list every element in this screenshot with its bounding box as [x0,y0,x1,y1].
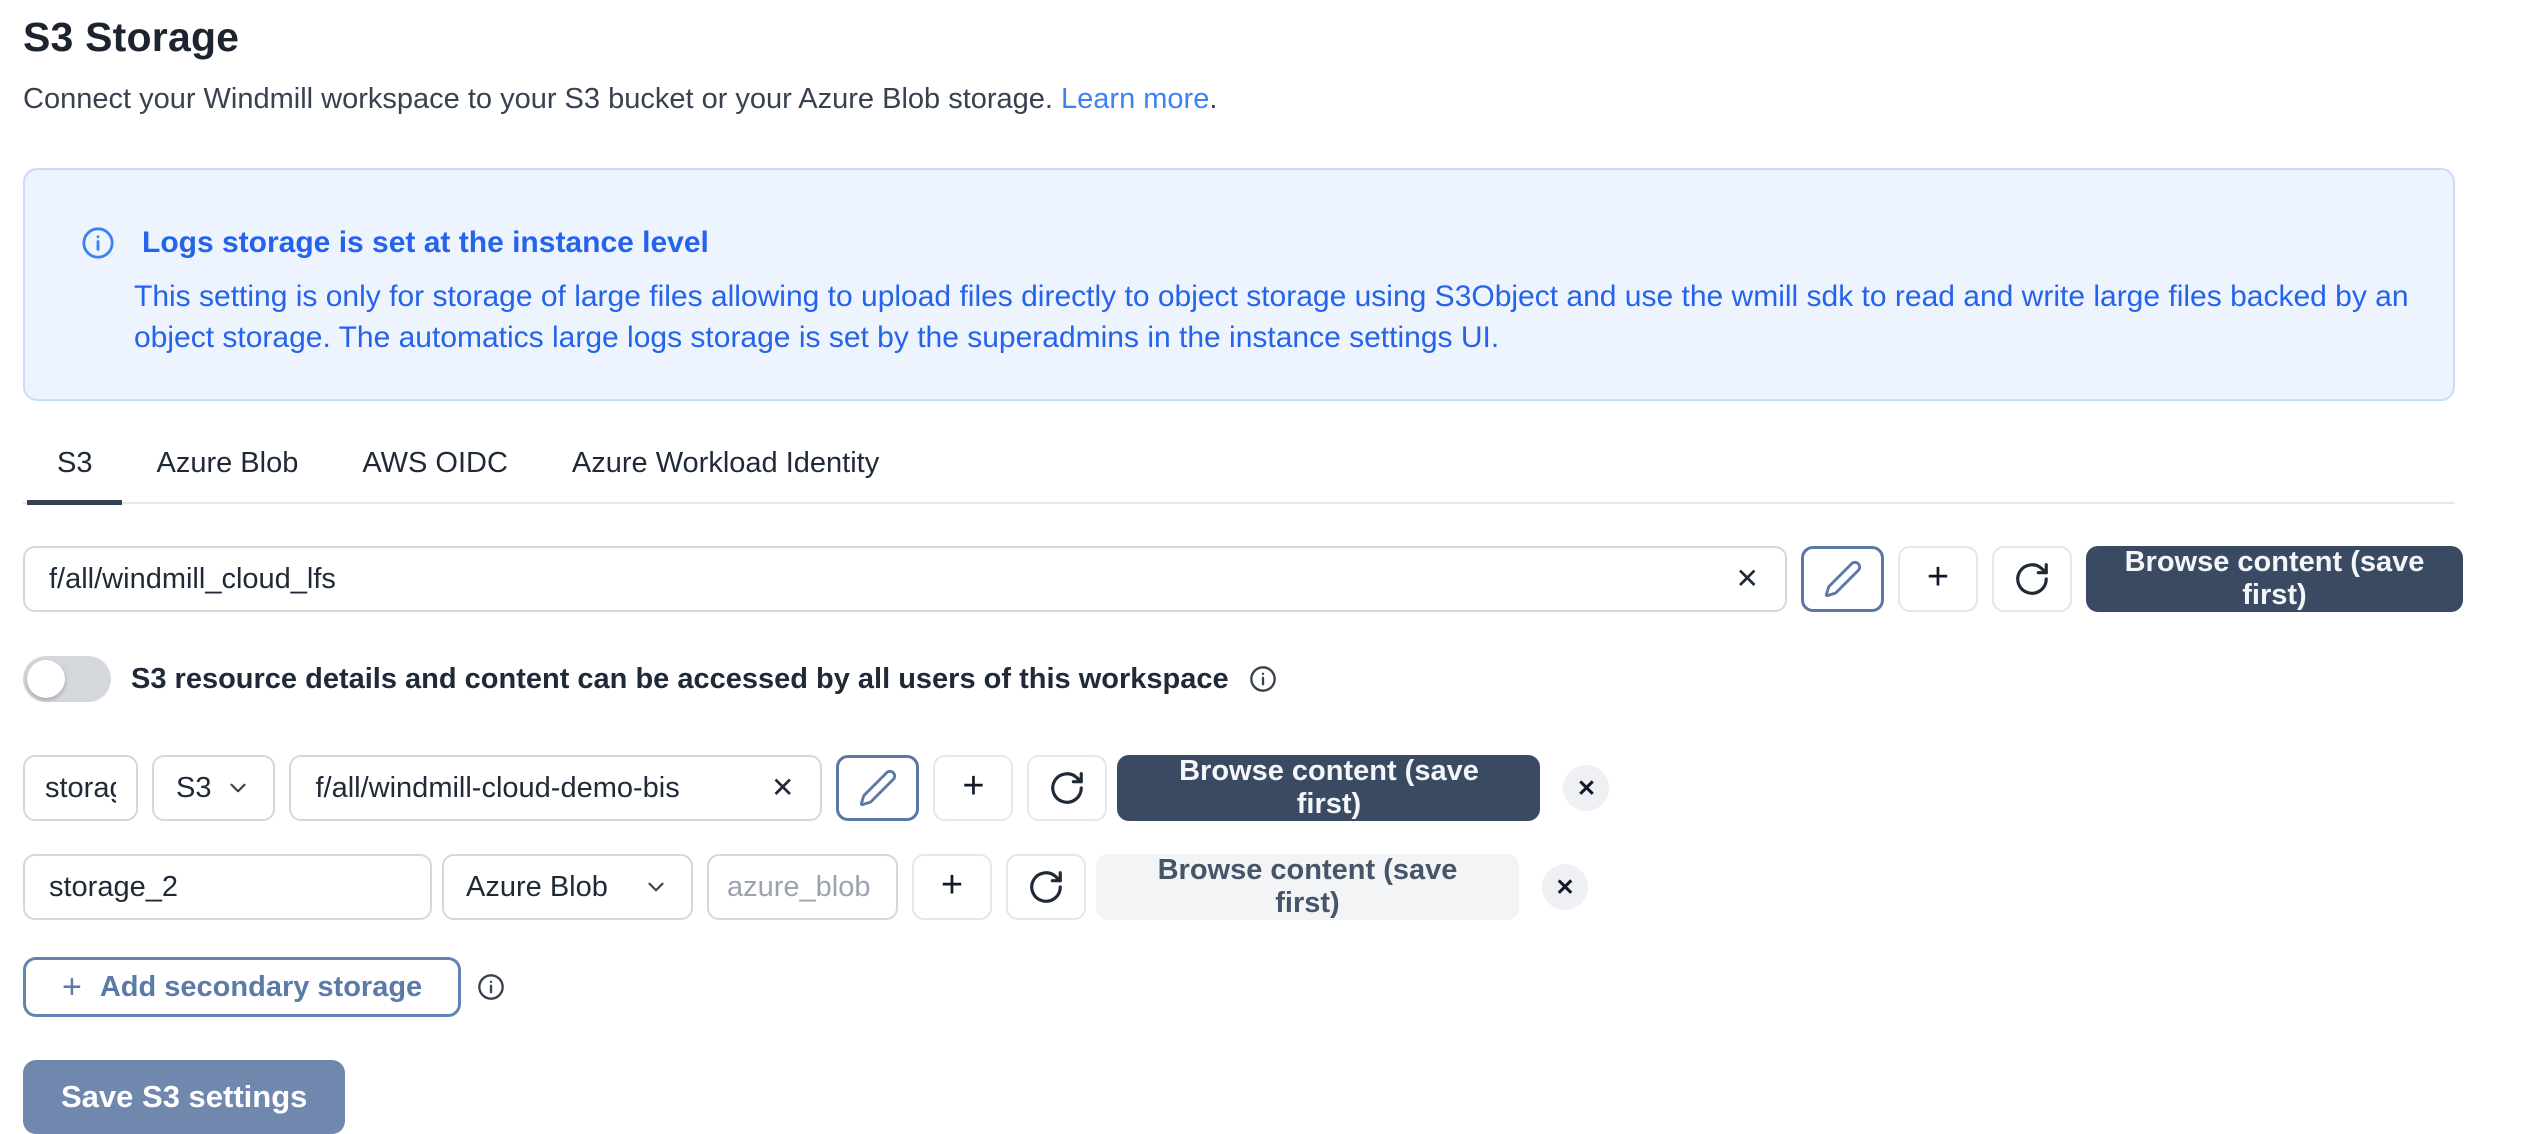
secondary1-remove-button[interactable]: ✕ [1563,765,1609,811]
add-secondary-row: + Add secondary storage [23,957,2530,1017]
tab-azure-blob[interactable]: Azure Blob [126,447,328,505]
primary-resource-input-wrap: ✕ [23,546,1787,612]
pencil-icon [858,768,898,808]
plus-icon: + [62,968,82,1007]
pencil-icon [1823,559,1863,599]
alert-body-line1: This setting is only for storage of larg… [134,276,2413,317]
plus-icon: + [941,866,963,904]
add-secondary-info-icon [477,973,505,1001]
workspace-access-toggle[interactable] [23,656,111,702]
refresh-resource-button[interactable] [1992,546,2072,612]
learn-more-link[interactable]: Learn more [1061,83,1209,115]
tab-azure-workload-identity[interactable]: Azure Workload Identity [542,447,909,505]
secondary2-refresh-resource-button[interactable] [1006,854,1086,920]
toggle-info-icon [1249,665,1277,693]
primary-storage-row: ✕ + Browse content (save first) [23,546,2530,612]
toggle-knob [27,660,65,698]
secondary1-refresh-resource-button[interactable] [1027,755,1107,821]
secondary1-type-value: S3 [176,772,211,805]
secondary2-name-input[interactable] [23,854,432,920]
browse-content-button[interactable]: Browse content (save first) [2086,546,2463,612]
secondary1-edit-resource-button[interactable] [836,755,919,821]
add-secondary-storage-label: Add secondary storage [100,971,422,1004]
workspace-access-label: S3 resource details and content can be a… [131,663,1229,696]
clear-input-icon[interactable]: ✕ [1736,565,1759,593]
secondary2-browse-content-button[interactable]: Browse content (save first) [1096,854,1519,920]
chevron-down-icon [643,874,669,900]
subtitle-text: Connect your Windmill workspace to your … [23,83,1053,115]
secondary1-browse-content-button[interactable]: Browse content (save first) [1117,755,1540,821]
primary-resource-input[interactable] [23,546,1787,612]
secondary-storage-row: Azure Blob + Browse content (save first)… [23,854,2530,920]
s3-storage-settings-page: S3 Storage Connect your Windmill workspa… [0,0,2530,1134]
alert-title: Logs storage is set at the instance leve… [142,226,709,260]
clear-input-icon[interactable]: ✕ [771,774,794,802]
secondary1-resource-input-wrap: ✕ [289,755,822,821]
save-s3-settings-button[interactable]: Save S3 settings [23,1060,345,1134]
secondary2-resource-input[interactable] [707,854,898,920]
secondary-storage-row: S3 ✕ + [23,755,2530,821]
add-secondary-storage-button[interactable]: + Add secondary storage [23,957,461,1017]
logs-storage-alert: Logs storage is set at the instance leve… [23,168,2455,401]
subtitle-period: . [1209,83,1217,115]
info-icon [81,226,115,260]
plus-icon: + [962,767,984,805]
plus-icon: + [1927,558,1949,596]
secondary2-type-select[interactable]: Azure Blob [442,854,693,920]
secondary1-name-input[interactable] [23,755,138,821]
edit-resource-button[interactable] [1801,546,1884,612]
chevron-down-icon [225,775,251,801]
secondary1-resource-input[interactable] [289,755,822,821]
storage-type-tabs: S3 Azure Blob AWS OIDC Azure Workload Id… [23,447,2455,504]
alert-body: This setting is only for storage of larg… [134,276,2413,358]
refresh-icon [1048,769,1086,807]
refresh-icon [2013,560,2051,598]
secondary1-type-select[interactable]: S3 [152,755,275,821]
secondary2-type-value: Azure Blob [466,871,608,904]
create-resource-button[interactable]: + [1898,546,1978,612]
page-title: S3 Storage [23,14,2530,61]
secondary1-create-resource-button[interactable]: + [933,755,1013,821]
workspace-access-toggle-row: S3 resource details and content can be a… [23,656,2530,702]
tab-s3[interactable]: S3 [27,447,122,505]
page-subtitle: Connect your Windmill workspace to your … [23,83,2530,116]
secondary2-create-resource-button[interactable]: + [912,854,992,920]
secondary2-remove-button[interactable]: ✕ [1542,864,1588,910]
refresh-icon [1027,868,1065,906]
tab-aws-oidc[interactable]: AWS OIDC [332,447,538,505]
alert-body-line2: object storage. The automatics large log… [134,317,2413,358]
